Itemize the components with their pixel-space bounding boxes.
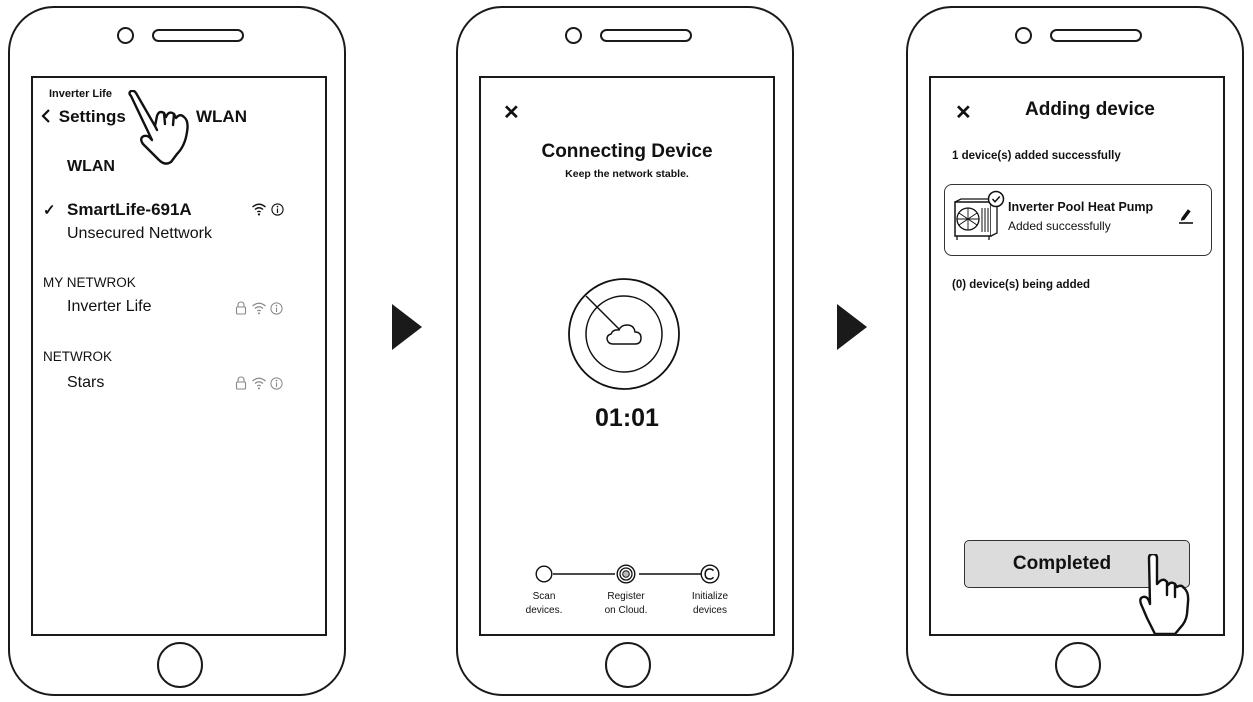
step-label-scan: Scan devices. — [525, 591, 563, 616]
page-subtitle: Keep the network stable. — [565, 168, 689, 180]
lock-icon — [235, 301, 247, 320]
tapping-hand-icon — [125, 89, 197, 171]
wlan-settings-screen: Inverter Life Settings WLAN WLAN ✓ Smart… — [31, 76, 327, 636]
heat-pump-icon — [951, 190, 1011, 253]
front-camera — [117, 27, 134, 44]
info-icon[interactable] — [271, 203, 284, 221]
earpiece-speaker — [152, 29, 244, 42]
page-title: WLAN — [196, 107, 247, 126]
home-button[interactable] — [1055, 642, 1101, 688]
step-active-icon — [616, 564, 636, 589]
step-arrow-icon — [392, 304, 422, 350]
back-label: Settings — [58, 107, 126, 126]
info-icon[interactable] — [270, 377, 283, 395]
step-pending-icon — [535, 565, 553, 588]
step-label-initialize: Initialize devices — [691, 591, 729, 616]
tapping-hand-icon — [1139, 552, 1201, 634]
edit-pencil-icon[interactable] — [1178, 207, 1194, 230]
network-name: Stars — [67, 374, 105, 391]
check-icon: ✓ — [43, 202, 56, 219]
connecting-device-screen: ✕ Connecting Device Keep the network sta… — [479, 76, 775, 636]
page-title: Connecting Device — [541, 141, 713, 162]
page-title: Adding device — [1025, 99, 1155, 120]
phone-adding-device: ✕ Adding device 1 device(s) added succes… — [906, 6, 1244, 696]
adding-device-screen: ✕ Adding device 1 device(s) added succes… — [929, 76, 1225, 636]
close-icon[interactable]: ✕ — [503, 100, 520, 125]
wlan-section-title: WLAN — [67, 158, 115, 175]
front-camera — [1015, 27, 1032, 44]
lock-icon — [235, 376, 247, 395]
network-hint-label: Inverter Life — [49, 88, 112, 100]
step-initialize-icon — [700, 564, 720, 589]
device-name: Inverter Pool Heat Pump — [1008, 200, 1154, 214]
device-status: Added successfully — [1008, 219, 1111, 233]
info-icon[interactable] — [270, 302, 283, 320]
chevron-left-icon — [41, 107, 59, 126]
other-network-group-title: NETWROK — [43, 349, 112, 364]
wifi-icon — [251, 202, 267, 221]
connected-network-name: SmartLife-691A — [67, 200, 192, 219]
connected-network-status: Unsecured Nettwork — [67, 225, 212, 242]
settings-back-button[interactable]: Settings — [41, 107, 126, 127]
countdown-timer: 01:01 — [595, 404, 659, 432]
wifi-icon — [251, 301, 267, 320]
phone-connecting-device: ✕ Connecting Device Keep the network sta… — [456, 6, 794, 696]
network-name: Inverter Life — [67, 298, 152, 315]
earpiece-speaker — [1050, 29, 1142, 42]
front-camera — [565, 27, 582, 44]
pending-count-message: (0) device(s) being added — [952, 279, 1091, 291]
device-card[interactable]: Inverter Pool Heat Pump Added successful… — [944, 184, 1212, 256]
close-icon[interactable]: ✕ — [955, 100, 972, 125]
home-button[interactable] — [605, 642, 651, 688]
phone-wlan-settings: Inverter Life Settings WLAN WLAN ✓ Smart… — [8, 6, 346, 696]
step-arrow-icon — [837, 304, 867, 350]
home-button[interactable] — [157, 642, 203, 688]
step-label-register: Register on Cloud. — [604, 591, 648, 616]
wifi-icon — [251, 376, 267, 395]
earpiece-speaker — [600, 29, 692, 42]
added-count-message: 1 device(s) added successfully — [952, 150, 1121, 162]
cloud-progress-icon — [565, 275, 683, 398]
my-network-group-title: MY NETWROK — [43, 275, 136, 290]
